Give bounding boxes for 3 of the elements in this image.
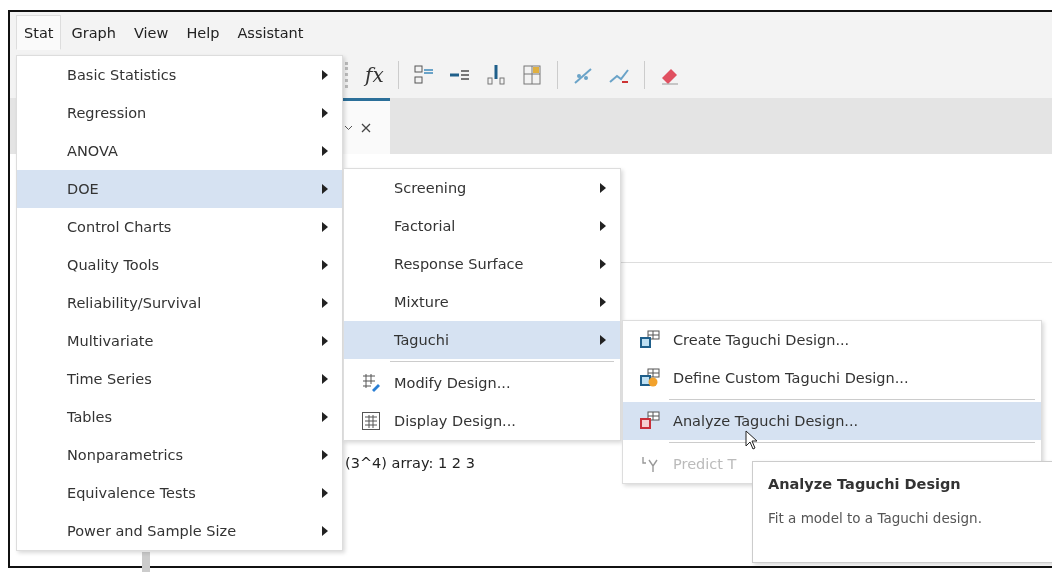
worksheet-text: (3^4) array: 1 2 3 [345, 455, 475, 471]
tooltip-title: Analyze Taguchi Design [768, 476, 961, 492]
tooltip-description: Fit a model to a Taguchi design. [768, 510, 982, 526]
